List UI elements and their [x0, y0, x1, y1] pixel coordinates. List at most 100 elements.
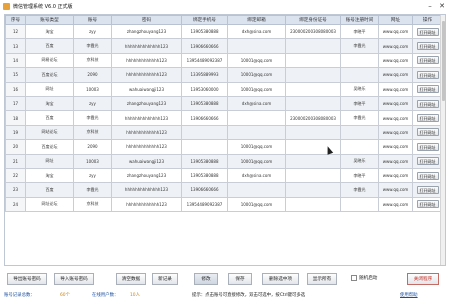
table-cell[interactable] [285, 81, 341, 97]
table-cell[interactable] [340, 196, 379, 213]
table-cell[interactable]: zyy [73, 167, 112, 184]
row-index-cell[interactable]: 15 [5, 67, 26, 83]
table-row[interactable]: 14 网易论坛 京科技 hhhhhhhhhhhhh123 13954489092387 1… [5, 52, 443, 69]
column-header[interactable]: 账号注册时间 [340, 15, 379, 25]
table-row[interactable]: 23 百度 李霞光 hhhhhhhhhhhhhh123 13906660666 李霞光 ww… [5, 182, 443, 198]
table-cell[interactable] [227, 124, 286, 141]
scrollbar-thumb[interactable] [442, 21, 445, 101]
table-cell[interactable]: dxh@sina.com [227, 95, 286, 112]
table-cell[interactable]: 10001@qq.com [227, 52, 286, 69]
export-button[interactable]: 导出账号密码 [7, 273, 47, 285]
table-cell[interactable]: 网址论坛 [25, 196, 74, 213]
column-header[interactable]: 账号类型 [25, 15, 74, 25]
table-cell[interactable] [181, 124, 228, 141]
open-url-button[interactable]: 打开网址 [416, 42, 439, 51]
table-cell[interactable]: www.qq.com [378, 153, 413, 169]
table-cell[interactable] [285, 38, 341, 54]
row-index-cell[interactable]: 17 [5, 95, 26, 112]
table-cell[interactable]: 13906660666 [181, 38, 228, 54]
table-row[interactable]: 15 百度论坛 2090 hhhhhhhhhhhhh123 13395889993 100… [5, 67, 443, 83]
open-url-button[interactable]: 打开网址 [416, 128, 439, 137]
column-header[interactable]: 密码 [111, 15, 182, 25]
table-cell[interactable]: dxh@sina.com [227, 167, 286, 184]
table-cell[interactable]: 李霞光 [340, 182, 379, 198]
table-cell[interactable]: hhhhhhhhhhhhhh123 [111, 110, 182, 126]
row-index-cell[interactable]: 20 [5, 139, 26, 155]
table-cell[interactable]: hhhhhhhhhhhhhh123 [111, 38, 182, 54]
table-cell[interactable]: hhhhhhhhhhhhh123 [111, 196, 182, 213]
table-cell[interactable] [340, 139, 379, 155]
table-cell[interactable]: 10001@qq.com [227, 81, 286, 97]
delete-selected-button[interactable]: 删除选中项 [262, 273, 299, 285]
table-cell[interactable]: 230000200308080003 [285, 110, 341, 126]
table-cell[interactable]: hhhhhhhhhhhhh123 [111, 67, 182, 83]
table-cell[interactable]: hhhhhhhhhhhhh123 [111, 139, 182, 155]
checkbox-box[interactable] [351, 275, 357, 281]
edit-button[interactable]: 修改 [194, 273, 218, 285]
table-cell[interactable]: www.qq.com [378, 139, 413, 155]
table-cell[interactable] [340, 124, 379, 141]
table-cell[interactable]: 李霞光 [73, 182, 112, 198]
row-index-cell[interactable]: 21 [5, 153, 26, 169]
table-cell[interactable]: 10003 [73, 153, 112, 169]
table-cell[interactable] [181, 139, 228, 155]
table-cell[interactable]: 13953060000 [181, 81, 228, 97]
open-url-button[interactable]: 打开网址 [416, 157, 439, 166]
table-cell[interactable]: 李晓平 [340, 23, 379, 40]
open-url-button[interactable]: 打开网址 [416, 200, 439, 209]
table-row[interactable]: 24 网址论坛 京科技 hhhhhhhhhhhhh123 13954489092387 1… [5, 196, 443, 213]
open-url-button[interactable]: 打开网址 [416, 70, 439, 79]
open-url-button[interactable]: 打开网址 [416, 85, 439, 94]
open-url-button[interactable]: 打开网址 [416, 99, 439, 108]
table-cell[interactable]: 吴晓乐 [340, 153, 379, 169]
table-row[interactable]: 13 百度 李霞光 hhhhhhhhhhhhhh123 13906660666 李霞光 ww… [5, 38, 443, 54]
table-cell[interactable]: 京科技 [73, 52, 112, 69]
table-cell[interactable]: 10001@qq.com [227, 196, 286, 213]
table-cell[interactable]: 2090 [73, 139, 112, 155]
table-cell[interactable] [227, 182, 286, 198]
table-cell[interactable]: 百度 [25, 182, 74, 198]
table-cell[interactable]: www.qq.com [378, 95, 413, 112]
table-cell[interactable] [285, 167, 341, 184]
column-header[interactable]: 绑定身份证号 [285, 15, 341, 25]
open-url-button[interactable]: 打开网址 [416, 27, 439, 36]
column-header[interactable]: 绑定邮箱 [227, 15, 286, 25]
table-row[interactable]: 16 网址 10003 wahuaiwangji123 13953060000 10001… [5, 81, 443, 97]
table-cell[interactable]: dxh@sina.com [227, 23, 286, 40]
row-index-cell[interactable]: 12 [5, 23, 26, 40]
table-cell[interactable]: 13954489092387 [181, 196, 228, 213]
table-cell[interactable]: zhangzhouyang123 [111, 95, 182, 112]
table-cell[interactable] [227, 38, 286, 54]
table-cell[interactable]: 淘宝 [25, 95, 74, 112]
table-cell[interactable]: 13905380888 [181, 23, 228, 40]
table-cell[interactable] [227, 110, 286, 126]
column-header[interactable]: 绑定手机号 [181, 15, 228, 25]
row-index-cell[interactable]: 24 [5, 196, 26, 213]
table-cell[interactable]: 京科技 [73, 196, 112, 213]
table-cell[interactable] [285, 52, 341, 69]
table-cell[interactable] [340, 52, 379, 69]
table-cell[interactable]: 10001@qq.com [227, 67, 286, 83]
table-cell[interactable]: hhhhhhhhhhhhhh123 [111, 182, 182, 198]
table-row[interactable]: 19 网站论坛 京科技 hhhhhhhhhhhhh123 www.qq.com 打开网址 [5, 124, 443, 141]
table-row[interactable]: 22 淘宝 zyy zhangzhouyang123 13905380888 dxh@si… [5, 167, 443, 184]
table-cell[interactable]: 13905380888 [181, 153, 228, 169]
table-cell[interactable]: 淘宝 [25, 167, 74, 184]
table-cell[interactable]: 网址 [25, 81, 74, 97]
open-url-button[interactable]: 打开网址 [416, 185, 439, 194]
table-cell[interactable]: www.qq.com [378, 124, 413, 141]
table-row[interactable]: 18 百度 李霞光 hhhhhhhhhhhhhh123 13906660666 23000… [5, 110, 443, 126]
open-url-button[interactable]: 打开网址 [416, 114, 439, 123]
column-header[interactable]: 操作 [412, 15, 443, 25]
minimize-icon[interactable]: – [424, 1, 436, 11]
table-row[interactable]: 17 淘宝 zyy zhangzhouyang123 13905380888 dxh@si… [5, 95, 443, 112]
table-cell[interactable]: 李霞光 [340, 110, 379, 126]
table-cell[interactable] [285, 153, 341, 169]
show-all-button[interactable]: 显示所有 [307, 273, 337, 285]
row-index-cell[interactable]: 22 [5, 167, 26, 184]
table-row[interactable]: 20 百度论坛 2090 hhhhhhhhhhhhh123 10001@qq.com ww… [5, 139, 443, 155]
table-cell[interactable]: 李霞光 [340, 38, 379, 54]
save-button[interactable]: 保存 [228, 273, 252, 285]
table-cell[interactable]: 网址 [25, 153, 74, 169]
open-url-button[interactable]: 打开网址 [416, 56, 439, 65]
